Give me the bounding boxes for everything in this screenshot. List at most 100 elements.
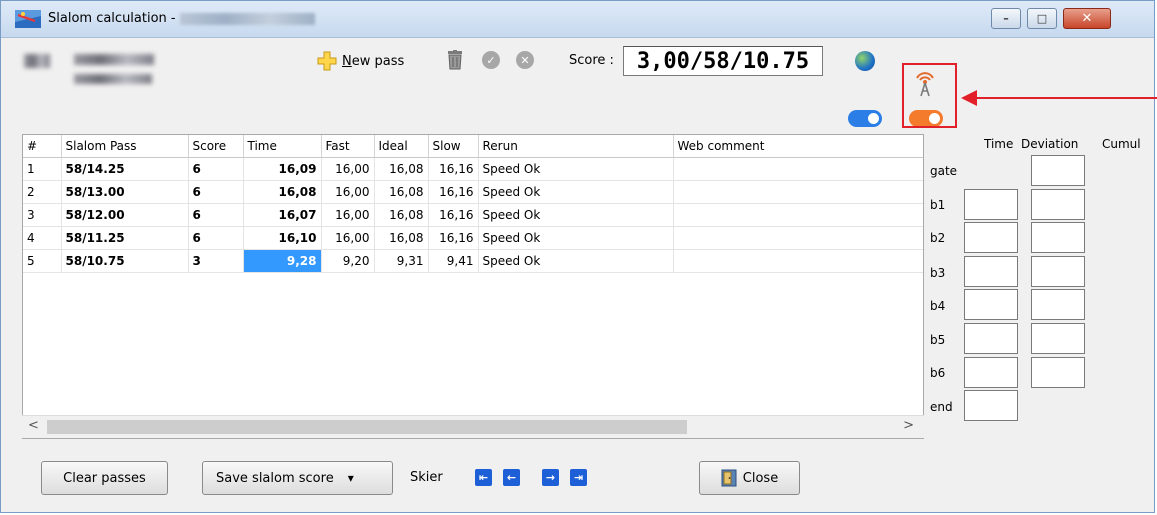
column-header[interactable]: Score [188,135,244,158]
slalom-app-icon [15,10,41,28]
time-field-b1[interactable] [964,189,1018,220]
web-comment-cell[interactable] [673,203,923,227]
scroll-left-icon[interactable]: < [28,418,39,433]
deviation-field-b1[interactable] [1031,189,1085,220]
maximize-icon: □ [1036,12,1048,25]
score-cell: 6 [188,226,244,250]
fast-cell: 16,00 [321,157,375,181]
deviation-field-b5[interactable] [1031,323,1085,354]
row-number: 5 [23,249,62,273]
new-pass-button[interactable]: New pass [317,51,404,71]
time-field-b3[interactable] [964,256,1018,287]
trash-icon[interactable] [447,50,463,70]
fast-cell: 16,00 [321,203,375,227]
ideal-cell: 16,08 [374,157,429,181]
table-row[interactable]: 4 58/11.25 6 16,10 16,00 16,08 16,16 Spe… [23,226,923,250]
validate-check-icon[interactable]: ✓ [482,51,500,69]
rerun-cell: Speed Ok [478,226,674,250]
side-header-cumul: Cumul [1102,137,1141,151]
column-header[interactable]: Ideal [374,135,429,158]
clear-passes-label: Clear passes [63,470,146,486]
horizontal-scrollbar[interactable]: < > [22,415,924,438]
new-pass-label: New pass [342,53,405,69]
deviation-field-b4[interactable] [1031,289,1085,320]
pass-table[interactable]: # Slalom Pass Score Time Fast Ideal Slow… [22,134,924,439]
door-exit-icon [721,469,737,487]
time-field-b2[interactable] [964,222,1018,253]
slalom-window: Slalom calculation - – □ ✕ New pass ✓ ✕ … [0,0,1157,513]
score-display: 3,00/58/10.75 [623,46,823,76]
next-skier-icon[interactable]: → [542,469,559,486]
time-field-b5[interactable] [964,323,1018,354]
ideal-cell: 9,31 [374,249,429,273]
table-row[interactable]: 1 58/14.25 6 16,09 16,00 16,08 16,16 Spe… [23,157,923,181]
slalom-pass-cell: 58/10.75 [61,249,189,273]
slow-cell: 16,16 [428,203,479,227]
score-cell: 3 [188,249,244,273]
side-header-deviation: Deviation [1021,137,1079,151]
close-window-button[interactable]: ✕ [1063,8,1111,29]
time-field-b6[interactable] [964,357,1018,388]
slow-cell: 9,41 [428,249,479,273]
slalom-pass-cell: 58/11.25 [61,226,189,250]
scroll-thumb[interactable] [47,420,687,434]
gate-label: gate [930,164,958,178]
b5-label: b5 [930,333,946,347]
table-row[interactable]: 5 58/10.75 3 9,28 9,20 9,31 9,41 Speed O… [23,249,923,273]
dropdown-arrow-icon[interactable]: ▾ [348,471,354,485]
column-header[interactable]: Time [243,135,322,158]
clear-passes-button[interactable]: Clear passes [41,461,168,495]
time-cell[interactable]: 16,10 [243,226,322,250]
close-button[interactable]: Close [699,461,800,495]
web-publish-toggle[interactable] [848,110,882,127]
web-comment-cell[interactable] [673,249,923,273]
time-cell[interactable]: 16,09 [243,157,322,181]
web-comment-cell[interactable] [673,226,923,250]
title-bar[interactable]: Slalom calculation - – □ ✕ [1,1,1154,38]
column-header[interactable]: Slalom Pass [61,135,189,158]
time-cell[interactable]: 16,08 [243,180,322,204]
save-slalom-score-label: Save slalom score [216,470,334,486]
close-icon: ✕ [1081,11,1093,26]
column-header[interactable]: Rerun [478,135,674,158]
slow-cell: 16,16 [428,226,479,250]
minimize-button[interactable]: – [991,8,1021,29]
maximize-button[interactable]: □ [1027,8,1057,29]
scroll-right-icon[interactable]: > [903,418,914,433]
fast-cell: 16,00 [321,226,375,250]
cancel-x-icon[interactable]: ✕ [516,51,534,69]
deviation-field-gate[interactable] [1031,155,1085,186]
column-header[interactable]: Fast [321,135,375,158]
side-header-time: Time [984,137,1014,151]
web-comment-cell[interactable] [673,180,923,204]
row-number: 4 [23,226,62,250]
blurred-skier-name [179,12,315,25]
first-skier-icon[interactable]: ⇤ [475,469,492,486]
blurred-skier-name-line2 [74,74,152,84]
table-row[interactable]: 2 58/13.00 6 16,08 16,00 16,08 16,16 Spe… [23,180,923,204]
score-cell: 6 [188,180,244,204]
table-row[interactable]: 3 58/12.00 6 16,07 16,00 16,08 16,16 Spe… [23,203,923,227]
save-slalom-score-button[interactable]: Save slalom score ▾ [202,461,393,495]
score-label: Score : [569,53,614,68]
end-label: end [930,400,953,414]
close-label: Close [742,470,779,486]
previous-skier-icon[interactable]: ← [503,469,520,486]
time-cell-selected[interactable]: 9,28 [243,249,322,273]
web-comment-cell[interactable] [673,157,923,181]
slalom-pass-cell: 58/14.25 [61,157,189,181]
column-header[interactable]: Slow [428,135,479,158]
time-field-b4[interactable] [964,289,1018,320]
deviation-field-b3[interactable] [1031,256,1085,287]
column-header[interactable]: Web comment [673,135,923,158]
column-header[interactable]: # [23,135,62,158]
last-skier-icon[interactable]: ⇥ [570,469,587,486]
deviation-field-b6[interactable] [1031,357,1085,388]
b2-label: b2 [930,231,946,245]
time-field-end[interactable] [964,390,1018,421]
ideal-cell: 16,08 [374,203,429,227]
time-cell[interactable]: 16,07 [243,203,322,227]
fast-cell: 16,00 [321,180,375,204]
b6-label: b6 [930,366,946,380]
deviation-field-b2[interactable] [1031,222,1085,253]
